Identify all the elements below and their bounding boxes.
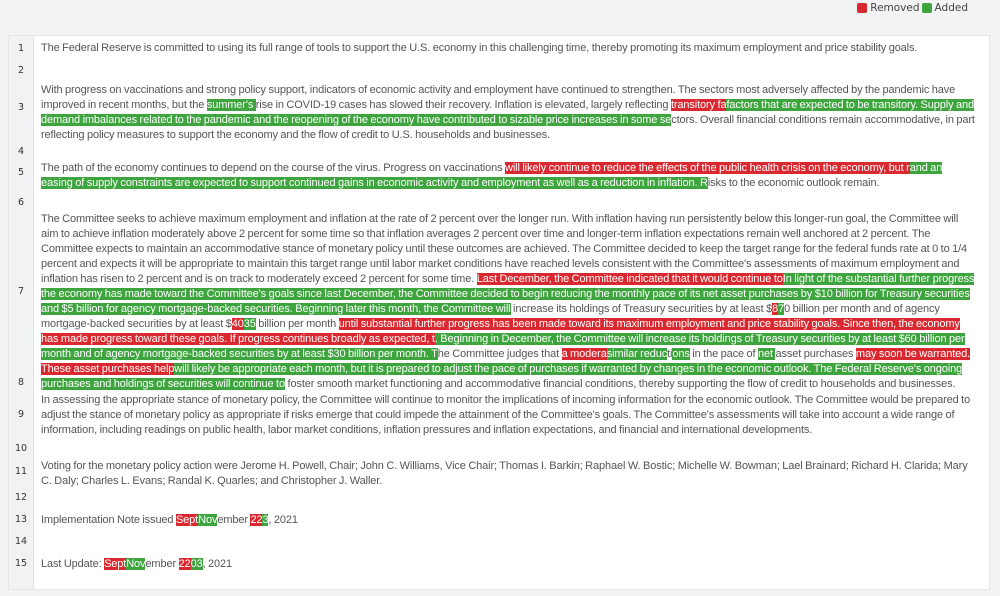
removed-text: Sept [104,558,127,570]
added-text: net [758,348,776,360]
unchanged-text: Last Update: [41,558,105,570]
removed-text: 22 [250,514,263,526]
line-number: 5 [17,167,25,178]
unchanged-text: , 2021 [202,558,233,570]
unchanged-text: in the pace of [689,348,758,360]
removed-color-swatch [857,3,868,13]
added-text: Nov [126,558,146,570]
removed-text: will likely continue to reduce the effec… [505,162,910,174]
unchanged-text: , 2021 [268,514,298,526]
added-text: 03 [190,558,203,570]
diff-legend: Removed Added [857,1,968,15]
diff-panel: 1 The Federal Reserve is committed to us… [8,35,990,590]
removed-text: 22 [178,558,191,570]
line-number: 14 [14,536,28,547]
unchanged-text: ember [145,558,179,570]
unchanged-text: he Committee judges that [437,348,562,360]
unchanged-text: rise in COVID-19 cases has slowed their … [255,99,671,111]
line-number: 15 [14,558,28,569]
unchanged-text: billion per month [255,318,339,330]
line-text: Last Update: SeptNovember 2203, 2021 [41,557,976,572]
unchanged-text: increase its holdings of Treasury securi… [510,303,773,315]
unchanged-text: Voting for the monetary policy action we… [41,460,968,487]
unchanged-text: foster smooth market functioning and acc… [285,378,956,390]
line-text: With progress on vaccinations and strong… [41,83,976,143]
added-legend-label: Added [934,2,968,14]
line-text: Implementation Note issued SeptNovember … [41,513,976,528]
removed-text: 40 [231,318,244,330]
line-number: 7 [17,286,25,297]
unchanged-text: ember [217,514,251,526]
line-number: 8 [17,377,25,388]
line-number: 10 [14,443,28,454]
unchanged-text: The path of the economy continues to dep… [41,162,506,174]
line-number: 12 [14,492,28,503]
added-text: 35 [243,318,256,330]
line-number: 6 [17,197,25,208]
removed-text: Last December, the Committee indicated t… [476,273,783,285]
line-number: 1 [17,43,25,54]
unchanged-text: In assessing the appropriate stance of m… [41,394,971,436]
added-text: ons [672,348,690,360]
line-text: The Committee seeks to achieve maximum e… [41,212,976,392]
removed-text: a modera [561,348,607,360]
unchanged-text: Implementation Note issued [41,514,176,526]
added-text: summer's [206,99,256,111]
line-text: The Federal Reserve is committed to usin… [41,41,976,56]
line-text: The path of the economy continues to dep… [41,161,976,191]
added-color-swatch [921,3,932,13]
line-number: 2 [17,65,25,76]
line-number-gutter [9,36,34,589]
line-text: In assessing the appropriate stance of m… [41,393,976,438]
removed-legend-label: Removed [870,2,920,14]
line-number: 4 [17,146,25,157]
unchanged-text: asset purchases [775,348,856,360]
removed-text: Sept [175,514,199,526]
unchanged-text: isks to the economic outlook remain. [707,177,880,189]
added-text: similar reduc [606,348,668,360]
unchanged-text: The Federal Reserve is committed to usin… [41,42,918,54]
line-text: Voting for the monetary policy action we… [41,459,976,489]
line-number: 9 [17,409,25,420]
removed-text: transitory fa [670,99,727,111]
line-number: 3 [17,102,25,113]
line-number: 11 [14,466,28,477]
line-number: 13 [14,514,28,525]
diff-viewer-page: Removed Added 1 The Federal Reserve is c… [0,0,1000,596]
added-text: Nov [198,514,218,526]
